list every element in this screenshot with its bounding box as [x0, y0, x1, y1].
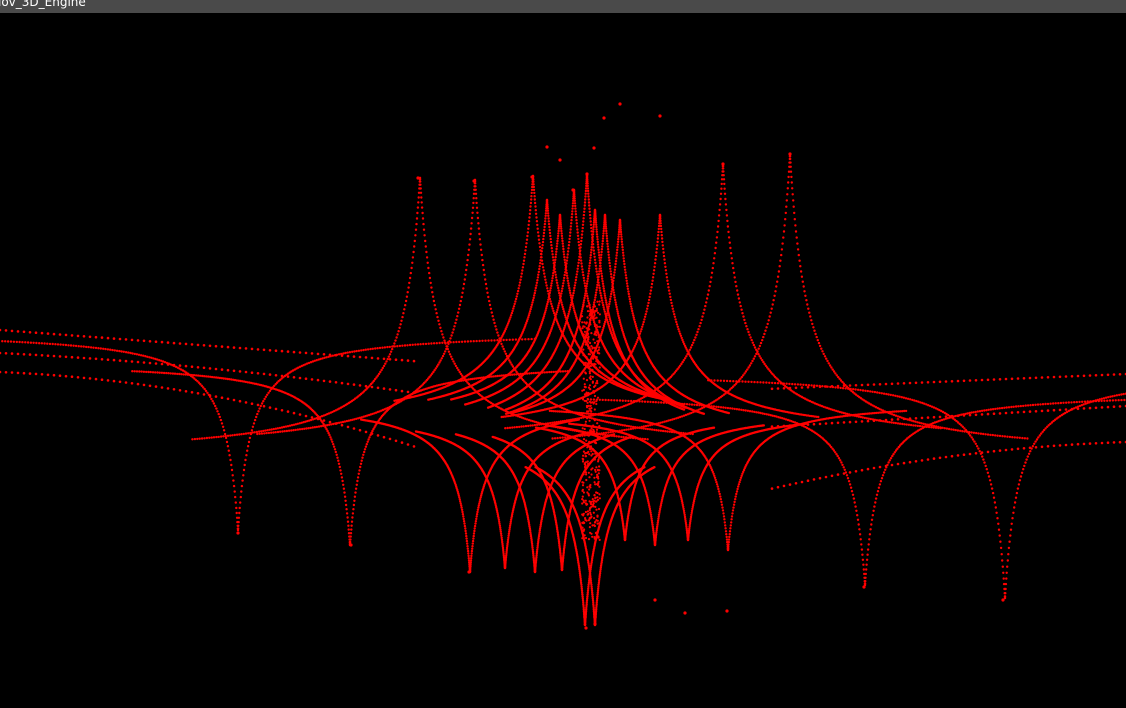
- window-title: lov_3D_Engine: [0, 0, 86, 9]
- render-viewport[interactable]: [0, 13, 1126, 708]
- point-cloud-canvas: [0, 13, 1126, 708]
- window-titlebar[interactable]: lov_3D_Engine: [0, 0, 1126, 13]
- point-cloud: [0, 102, 1126, 629]
